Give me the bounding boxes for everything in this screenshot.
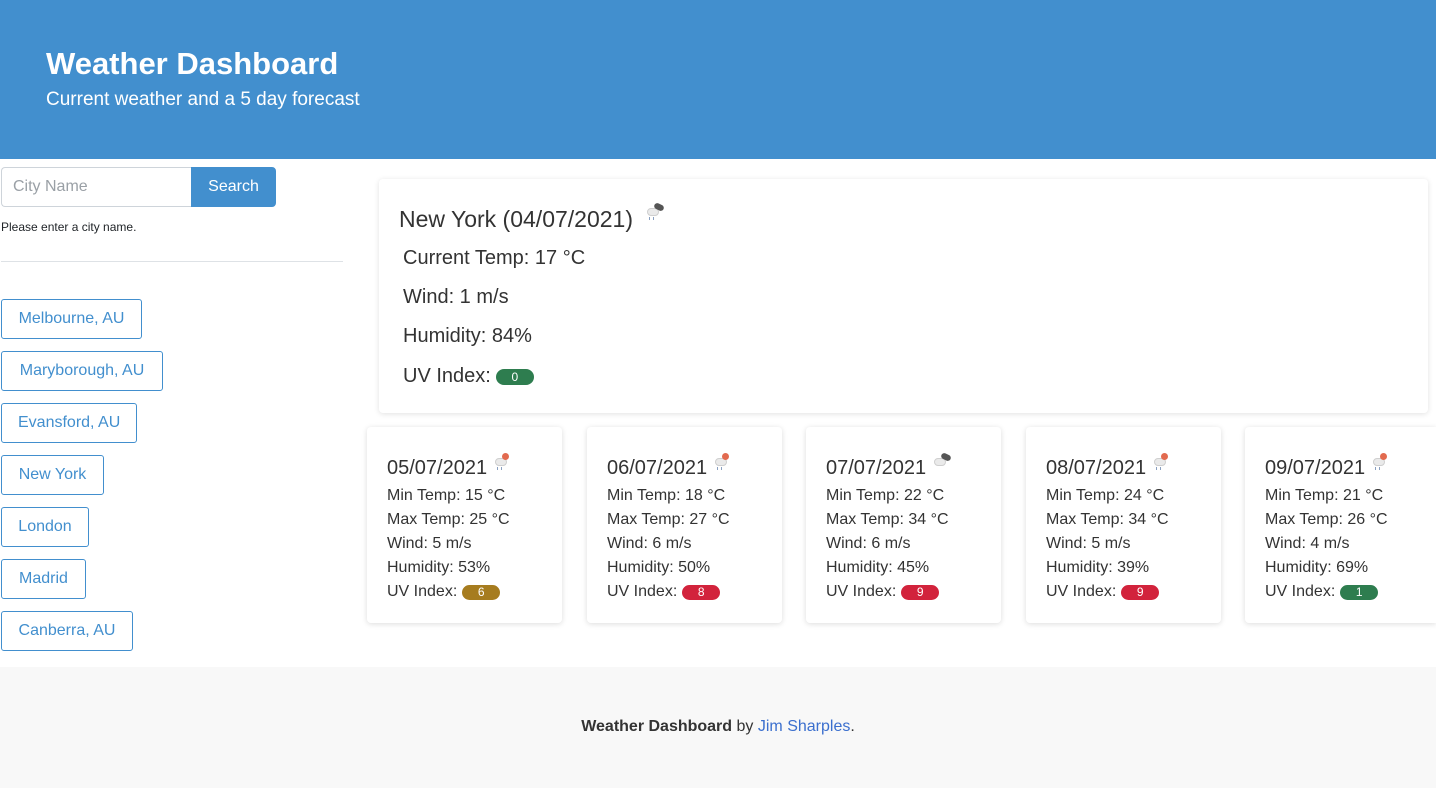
- forecast-uv-index: UV Index: 9: [1046, 583, 1160, 601]
- forecast-card: 05/07/2021 Min Temp: 15 °C Max Temp: 25 …: [367, 427, 562, 623]
- history-city-button[interactable]: London: [1, 507, 89, 547]
- forecast-humidity: Humidity: 50%: [607, 559, 711, 576]
- footer-credit: Weather Dashboard by Jim Sharples.: [0, 718, 1436, 736]
- forecast-date-row: 05/07/2021: [387, 453, 513, 480]
- forecast-min-temp: Min Temp: 21 °C: [1265, 487, 1384, 504]
- forecast-humidity: Humidity: 39%: [1046, 559, 1150, 576]
- forecast-card: 08/07/2021 Min Temp: 24 °C Max Temp: 34 …: [1026, 427, 1221, 623]
- uv-badge: 8: [682, 584, 721, 600]
- history-city-button[interactable]: New York: [1, 455, 104, 495]
- uv-badge: 1: [1340, 584, 1379, 600]
- forecast-date-row: 09/07/2021: [1265, 453, 1391, 480]
- forecast-card: 07/07/2021 Min Temp: 22 °C Max Temp: 34 …: [806, 427, 1001, 623]
- forecast-uv-index: UV Index: 6: [387, 583, 501, 601]
- search-history-list: Melbourne, AU Maryborough, AU Evansford,…: [1, 299, 163, 663]
- current-city-date: New York (04/07/2021): [399, 206, 633, 232]
- author-link[interactable]: Jim Sharples: [758, 718, 850, 735]
- forecast-date-row: 07/07/2021: [826, 452, 952, 480]
- footer-app-name: Weather Dashboard: [581, 718, 733, 735]
- forecast-uv-index: UV Index: 8: [607, 583, 721, 601]
- sun-cloud-rain-icon: [713, 452, 733, 470]
- forecast-humidity: Humidity: 45%: [826, 559, 930, 576]
- forecast-date: 05/07/2021: [387, 457, 488, 479]
- forecast-date: 07/07/2021: [826, 457, 927, 479]
- footer-by: by: [732, 718, 758, 735]
- forecast-min-temp: Min Temp: 22 °C: [826, 487, 945, 504]
- forecast-wind: Wind: 6 m/s: [826, 535, 911, 552]
- forecast-max-temp: Max Temp: 34 °C: [1046, 511, 1169, 528]
- forecast-date: 06/07/2021: [607, 457, 708, 479]
- forecast-min-temp: Min Temp: 24 °C: [1046, 487, 1165, 504]
- current-temp: Current Temp: 17 °C: [403, 247, 586, 269]
- forecast-wind: Wind: 5 m/s: [1046, 535, 1131, 552]
- forecast-humidity: Humidity: 69%: [1265, 559, 1369, 576]
- forecast-card: 06/07/2021 Min Temp: 18 °C Max Temp: 27 …: [587, 427, 782, 623]
- forecast-max-temp: Max Temp: 34 °C: [826, 511, 949, 528]
- uv-label: UV Index:: [387, 583, 458, 600]
- uv-badge: 9: [901, 584, 940, 600]
- forecast-uv-index: UV Index: 9: [826, 583, 940, 601]
- uv-label: UV Index:: [607, 583, 678, 600]
- forecast-wind: Wind: 5 m/s: [387, 535, 472, 552]
- forecast-max-temp: Max Temp: 27 °C: [607, 511, 730, 528]
- forecast-humidity: Humidity: 53%: [387, 559, 491, 576]
- history-city-button[interactable]: Melbourne, AU: [1, 299, 142, 339]
- uv-label: UV Index:: [1046, 583, 1117, 600]
- history-city-button[interactable]: Evansford, AU: [1, 403, 137, 443]
- forecast-min-temp: Min Temp: 15 °C: [387, 487, 506, 504]
- forecast-max-temp: Max Temp: 25 °C: [387, 511, 510, 528]
- forecast-wind: Wind: 6 m/s: [607, 535, 692, 552]
- uv-label: UV Index:: [1265, 583, 1336, 600]
- forecast-date: 08/07/2021: [1046, 457, 1147, 479]
- uv-badge: 9: [1121, 584, 1160, 600]
- search-form: Search: [1, 167, 276, 207]
- page-title: Weather Dashboard: [46, 46, 339, 81]
- page-footer: Weather Dashboard by Jim Sharples.: [0, 667, 1436, 788]
- forecast-date: 09/07/2021: [1265, 457, 1366, 479]
- forecast-max-temp: Max Temp: 26 °C: [1265, 511, 1388, 528]
- forecast-uv-index: UV Index: 1: [1265, 583, 1379, 601]
- current-weather-card: New York (04/07/2021) Current Temp: 17 °…: [379, 179, 1428, 413]
- search-help-text: Please enter a city name.: [1, 220, 137, 234]
- uv-label: UV Index:: [403, 365, 491, 387]
- sun-cloud-rain-icon: [1371, 452, 1391, 470]
- forecast-min-temp: Min Temp: 18 °C: [607, 487, 726, 504]
- uv-label: UV Index:: [826, 583, 897, 600]
- cloud-rain-icon: [645, 202, 665, 220]
- forecast-date-row: 08/07/2021: [1046, 453, 1172, 480]
- uv-badge: 0: [495, 368, 534, 385]
- forecast-card: 09/07/2021 Min Temp: 21 °C Max Temp: 26 …: [1245, 427, 1436, 623]
- uv-badge: 6: [462, 584, 501, 600]
- footer-period: .: [850, 718, 855, 735]
- forecast-date-row: 06/07/2021: [607, 453, 733, 480]
- sidebar-divider: [1, 261, 343, 262]
- current-weather-title: New York (04/07/2021): [399, 202, 665, 233]
- current-wind: Wind: 1 m/s: [403, 286, 509, 308]
- page-subtitle: Current weather and a 5 day forecast: [46, 89, 360, 110]
- forecast-wind: Wind: 4 m/s: [1265, 535, 1350, 552]
- city-search-input[interactable]: [1, 167, 191, 207]
- current-uv-index: UV Index: 0: [403, 365, 534, 388]
- sun-cloud-rain-icon: [493, 452, 513, 470]
- history-city-button[interactable]: Madrid: [1, 559, 86, 599]
- broken-clouds-icon: [932, 452, 952, 470]
- page-header: Weather Dashboard Current weather and a …: [0, 0, 1436, 159]
- history-city-button[interactable]: Maryborough, AU: [1, 351, 163, 391]
- search-button[interactable]: Search: [191, 167, 276, 207]
- current-humidity: Humidity: 84%: [403, 325, 532, 347]
- sun-cloud-rain-icon: [1152, 452, 1172, 470]
- history-city-button[interactable]: Canberra, AU: [1, 611, 133, 651]
